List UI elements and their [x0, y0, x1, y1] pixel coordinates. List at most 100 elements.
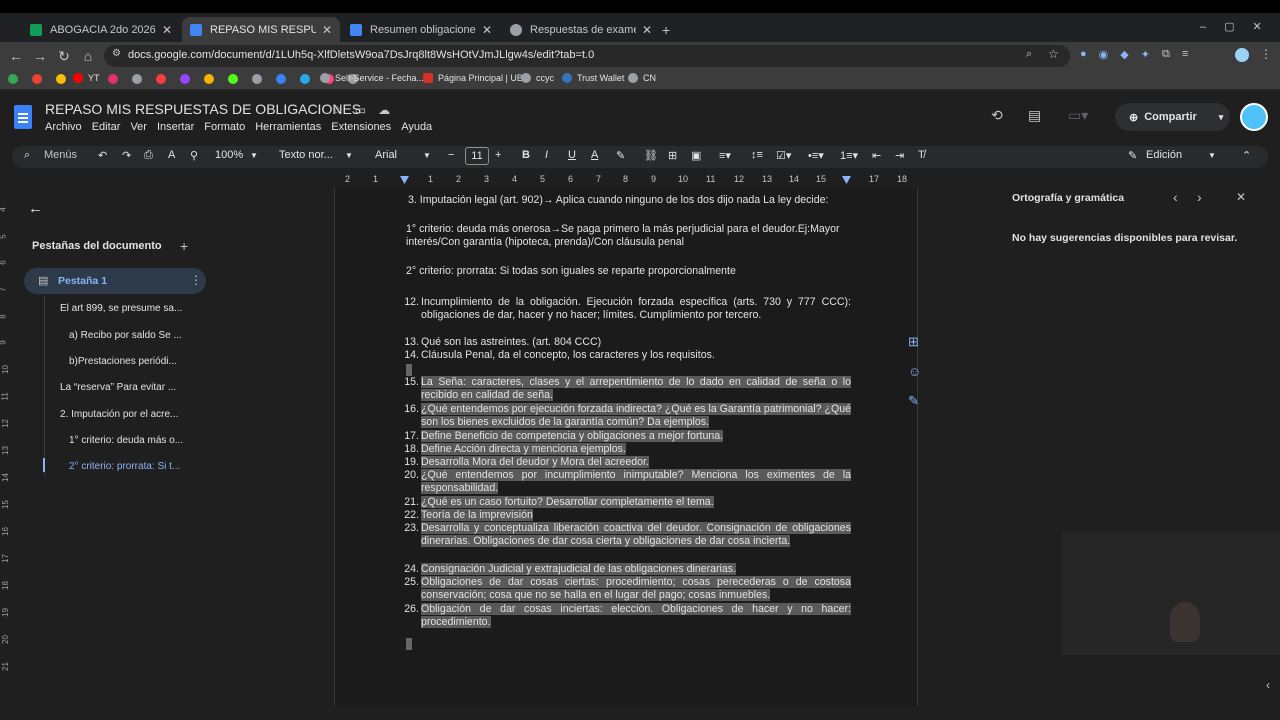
menu-icon[interactable]: ≡ [1182, 48, 1188, 61]
mode-select[interactable]: Edición [1146, 149, 1182, 161]
close-icon[interactable]: ✕ [642, 23, 652, 37]
chevron-left-icon[interactable]: ‹ [1173, 189, 1178, 205]
more-options-icon[interactable]: ⋮ [190, 273, 202, 287]
meet-icon[interactable]: ▭▾ [1068, 107, 1088, 124]
close-icon[interactable]: ✕ [322, 23, 332, 37]
outline-item[interactable]: a) Recibo por saldo Se ... [69, 330, 182, 341]
outline-item[interactable]: 2. Imputación por el acre... [60, 409, 178, 420]
search-icon[interactable]: ⌕ [24, 149, 30, 162]
spellcheck-icon[interactable]: A [168, 149, 175, 161]
extension-icon[interactable]: ◉ [1099, 48, 1109, 61]
reload-icon[interactable]: ↻ [54, 46, 74, 66]
chevron-right-icon[interactable]: › [1197, 189, 1202, 205]
browser-tab-resumen[interactable]: Resumen obligaciones - Docum ✕ [342, 17, 500, 42]
docs-logo-icon[interactable] [14, 105, 32, 129]
menu-archivo[interactable]: Archivo [45, 121, 82, 133]
star-icon[interactable]: ☆ [332, 103, 343, 117]
image-icon[interactable]: ▣ [691, 149, 701, 162]
star-icon[interactable]: ☆ [1048, 47, 1059, 61]
numbered-list-icon[interactable]: 1≡▾ [840, 149, 858, 162]
indent-marker[interactable] [400, 176, 409, 184]
puzzle-icon[interactable]: ⧉ [1162, 48, 1170, 61]
text-color-icon[interactable]: A [591, 149, 598, 161]
outline-item-active[interactable]: 2° criterio: prorrata: Si t... [69, 461, 180, 472]
add-comment-icon[interactable]: ⊞ [908, 334, 919, 350]
zoom-select[interactable]: 100% [215, 149, 243, 161]
paint-format-icon[interactable]: ⚲ [190, 149, 198, 162]
folder-icon[interactable]: ▭ [355, 103, 366, 117]
telegram-bookmark-icon[interactable] [300, 74, 310, 84]
document-title[interactable]: REPASO MIS RESPUESTAS DE OBLIGACIONES [45, 101, 361, 117]
undo-icon[interactable]: ↶ [98, 149, 107, 162]
bookmark-icon[interactable] [204, 74, 214, 84]
outline-item[interactable]: La “reserva” Para evitar ... [60, 382, 176, 393]
right-indent-marker[interactable] [842, 176, 851, 184]
comments-icon[interactable]: ▤ [1028, 107, 1041, 124]
menu-ayuda[interactable]: Ayuda [401, 121, 432, 133]
browser-tab-respuestas[interactable]: Respuestas de examen ✕ [502, 17, 660, 42]
account-avatar[interactable] [1240, 103, 1268, 131]
bookmark-ccyc[interactable]: ccyc [521, 73, 554, 83]
history-icon[interactable]: ⟲ [991, 107, 1003, 124]
decrease-indent-icon[interactable]: ⇤ [872, 149, 881, 162]
document-page[interactable]: 3. Imputación legal (art. 902)→ Aplica c… [334, 188, 918, 720]
browser-tab-abogacia[interactable]: ABOGACIA 2do 2026 - Google ✕ [22, 17, 180, 42]
site-info-icon[interactable]: ⚙ [112, 48, 121, 59]
clear-format-icon[interactable]: T̸ [918, 149, 925, 161]
bookmark-icon[interactable] [276, 74, 286, 84]
print-icon[interactable]: ⎙ [144, 149, 153, 162]
menu-formato[interactable]: Formato [204, 121, 245, 133]
link-icon[interactable]: ⛓ [644, 149, 658, 162]
omnibox[interactable]: ⚙ docs.google.com/document/d/1LUh5q-XlfD… [104, 45, 1070, 67]
music-bookmark-icon[interactable] [156, 74, 166, 84]
browser-tab-repaso[interactable]: REPASO MIS RESPUESTAS DE O ✕ [182, 17, 340, 42]
chevron-up-icon[interactable]: ⌃ [1242, 149, 1251, 162]
chevron-down-icon[interactable]: ▼ [423, 151, 431, 160]
extension-icon[interactable]: ◆ [1120, 48, 1128, 61]
more-icon[interactable]: ⋮ [1260, 47, 1272, 61]
bookmark-trust-wallet[interactable]: Trust Wallet [562, 73, 624, 83]
font-select[interactable]: Arial [375, 149, 397, 161]
tab-item-pestana-1[interactable]: ▤ Pestaña 1 ⋮ [24, 268, 206, 294]
suggest-edits-icon[interactable]: ✎ [908, 393, 919, 409]
bookmark-self-service[interactable]: Self-Service - Fecha... [320, 73, 424, 83]
bulleted-list-icon[interactable]: •≡▾ [808, 149, 824, 162]
align-icon[interactable]: ≡▾ [719, 149, 731, 162]
menu-editar[interactable]: Editar [92, 121, 121, 133]
close-icon[interactable]: ✕ [1236, 190, 1246, 204]
increase-indent-icon[interactable]: ⇥ [895, 149, 904, 162]
redo-icon[interactable]: ↷ [122, 149, 131, 162]
menu-herramientas[interactable]: Herramientas [255, 121, 321, 133]
add-comment-icon[interactable]: ⊞ [668, 149, 677, 162]
bold-icon[interactable]: B [522, 149, 530, 161]
chevron-down-icon[interactable]: ▼ [345, 151, 353, 160]
chevron-down-icon[interactable]: ▼ [1208, 151, 1216, 160]
highlight-icon[interactable]: ✎ [616, 149, 625, 162]
close-icon[interactable]: ✕ [482, 23, 492, 37]
instagram-bookmark-icon[interactable] [108, 74, 118, 84]
twitch-bookmark-icon[interactable] [180, 74, 190, 84]
home-icon[interactable]: ⌂ [78, 46, 98, 66]
italic-icon[interactable]: I [545, 149, 548, 161]
outline-item[interactable]: 1° criterio: deuda más o... [69, 435, 183, 446]
menu-insertar[interactable]: Insertar [157, 121, 194, 133]
chevron-down-icon[interactable]: ▼ [250, 151, 258, 160]
bookmark-yt[interactable]: YT [73, 73, 100, 83]
checklist-icon[interactable]: ☑▾ [776, 149, 791, 162]
gmail-bookmark-icon[interactable] [32, 74, 42, 84]
chevron-down-icon[interactable]: ▾ [1219, 112, 1224, 123]
kick-bookmark-icon[interactable] [228, 74, 238, 84]
close-icon[interactable]: ✕ [162, 23, 172, 37]
new-tab-button[interactable]: + [662, 17, 682, 42]
back-arrow-icon[interactable]: ← [28, 200, 43, 217]
line-spacing-icon[interactable]: ↕≡ [751, 149, 763, 161]
chevron-left-icon[interactable]: ‹ [1266, 678, 1270, 692]
window-controls[interactable]: –▢✕ [1200, 20, 1280, 33]
menu-ver[interactable]: Ver [130, 121, 147, 133]
extensions-bar[interactable]: ● ◉ ◆ ✦ ⧉ ≡ [1080, 48, 1188, 61]
zoom-icon[interactable]: ⌕ [1026, 48, 1032, 61]
bookmark-icon[interactable] [252, 74, 262, 84]
outline-item[interactable]: El art 899, se presume sa... [60, 303, 182, 314]
menu-extensiones[interactable]: Extensiones [331, 121, 391, 133]
sheets-bookmark-icon[interactable] [8, 74, 18, 84]
